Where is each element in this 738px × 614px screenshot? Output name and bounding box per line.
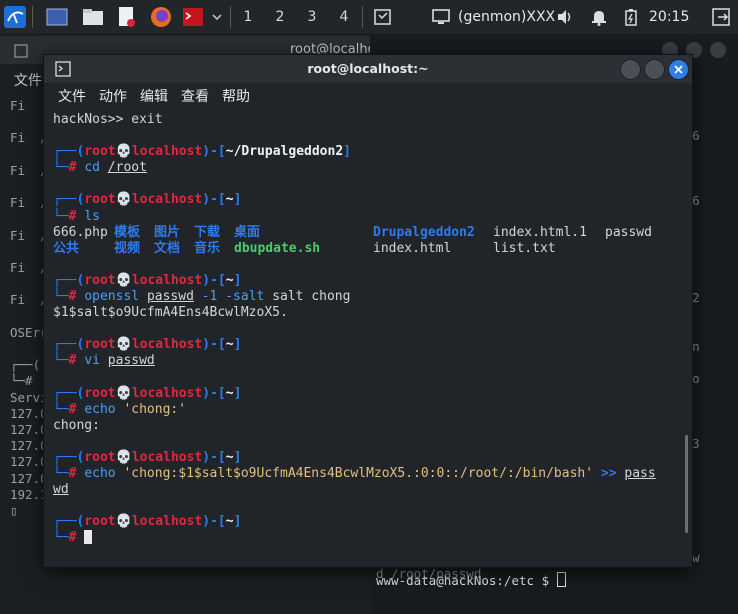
text-cursor xyxy=(84,530,93,545)
command-line: └─# echo 'chong:$1$salt$o9UcfmA4Ens4Bcwl… xyxy=(53,466,656,482)
command-line: └─# echo 'chong:' xyxy=(53,401,187,417)
top-panel: 1 2 3 4 (genmon)XXX 20:15 xyxy=(0,0,738,35)
firefox-icon[interactable] xyxy=(150,6,172,28)
output-line: $1$salt$o9UcfmA4Ens4BcwlMzoX5. xyxy=(53,305,288,321)
cursor xyxy=(556,572,566,587)
scrollbar[interactable] xyxy=(685,435,688,533)
volume-icon[interactable] xyxy=(554,6,576,28)
battery-icon[interactable] xyxy=(620,6,642,28)
prompt-line: ┌──(root💀localhost)-[~] xyxy=(53,192,242,208)
file-manager-icon[interactable] xyxy=(82,6,104,28)
notification-bell-icon[interactable] xyxy=(588,6,610,28)
output-line: chong: xyxy=(53,417,100,433)
show-desktop-icon[interactable] xyxy=(46,6,68,28)
prompt-line: ┌──(root💀localhost)-[~] xyxy=(53,385,242,401)
close-icon xyxy=(674,65,683,74)
window-title: root@localhost:~ xyxy=(307,61,429,76)
menu-view[interactable]: 查看 xyxy=(181,89,209,105)
panel-separator xyxy=(362,6,363,28)
ls-output-row: 公共 视频 文档 音乐 dbupdate.sh index.html list.txt xyxy=(53,240,556,256)
clock[interactable]: 20:15 xyxy=(649,7,689,27)
menu-help[interactable]: 帮助 xyxy=(222,89,250,105)
prompt-line: ┌──(root💀localhost)-[~] xyxy=(53,514,242,530)
terminal-window[interactable]: root@localhost:~ 文件 动作 编辑 查看 帮助 hackNos>> ex… xyxy=(43,54,693,568)
prompt-line: ┌──(root💀localhost)-[~] xyxy=(53,449,242,465)
output-line: hackNos>> exit xyxy=(53,112,163,127)
maximize-button[interactable] xyxy=(644,59,665,80)
panel-separator xyxy=(32,6,33,28)
prompt-text: www-data@hackNos:/etc $ xyxy=(376,573,557,588)
workspace-3[interactable]: 3 xyxy=(300,7,324,27)
close-button[interactable] xyxy=(710,42,726,58)
chevron-down-icon[interactable] xyxy=(206,6,228,28)
command-line: └─# cd /root xyxy=(53,160,147,176)
monitor-icon xyxy=(430,6,452,28)
kali-menu-icon[interactable] xyxy=(4,6,26,28)
logout-icon[interactable] xyxy=(710,6,732,28)
workspace-1[interactable]: 1 xyxy=(236,7,260,27)
terminal-output[interactable]: hackNos>> exit​┌──(root💀localhost)-[~/Dr… xyxy=(53,112,678,547)
command-line: └─# vi passwd xyxy=(53,353,155,369)
menu-edit[interactable]: 编辑 xyxy=(140,89,168,105)
command-line-wrap: wd xyxy=(53,482,69,498)
background-pane-prompt[interactable]: www-data@hackNos:/etc $ xyxy=(376,572,566,589)
minimize-button[interactable] xyxy=(620,59,641,80)
active-prompt[interactable]: └─# xyxy=(53,530,678,546)
command-line: └─# ls xyxy=(53,208,100,224)
menu-action[interactable]: 动作 xyxy=(99,89,127,105)
menu-file[interactable]: 文件 xyxy=(58,89,86,105)
menu-bar: 文件 动作 编辑 查看 帮助 xyxy=(58,85,263,109)
ls-output-row: 666.php 模板 图片 下载 桌面 Drupalgeddon2 index.html.1… xyxy=(53,224,652,240)
prompt-line: ┌──(root💀localhost)-[~] xyxy=(53,337,242,353)
workspace-2[interactable]: 2 xyxy=(268,7,292,27)
genmon-label: (genmon)XXX xyxy=(458,9,556,25)
panel-separator xyxy=(230,6,231,28)
prompt-line: ┌──(root💀localhost)-[~/Drupalgeddon2] xyxy=(53,144,351,160)
prompt-line: ┌──(root💀localhost)-[~] xyxy=(53,272,242,288)
close-button[interactable] xyxy=(668,59,689,80)
screenshot-icon[interactable] xyxy=(372,6,394,28)
terminal-icon[interactable] xyxy=(182,6,204,28)
text-editor-icon[interactable] xyxy=(116,6,138,28)
terminal-icon xyxy=(10,40,32,62)
workspace-4[interactable]: 4 xyxy=(332,7,356,27)
command-line: └─# openssl passwd -1 -salt salt chong xyxy=(53,289,351,305)
